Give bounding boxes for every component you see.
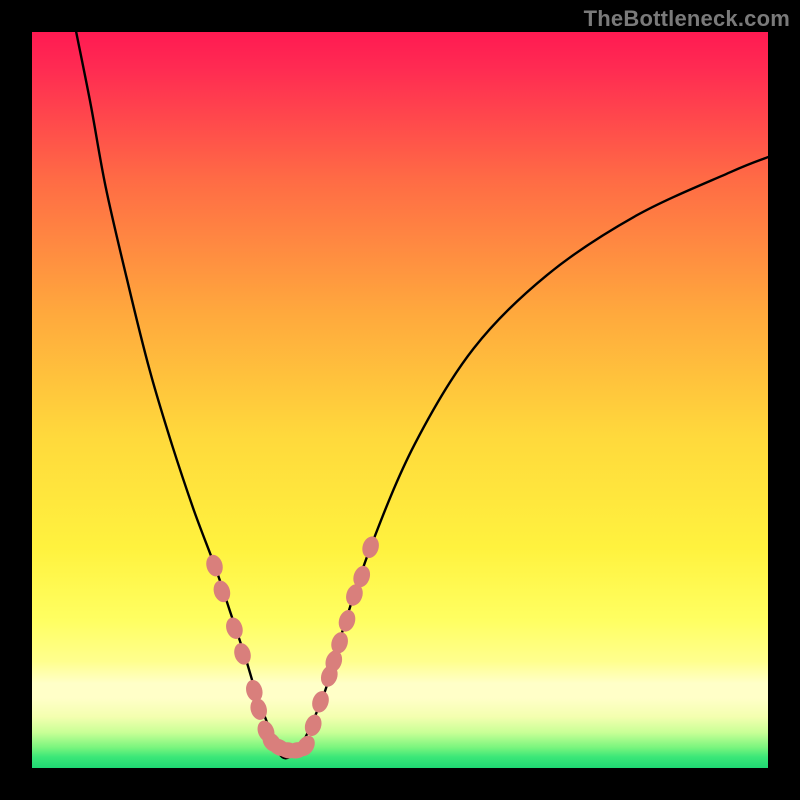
plot-area: [32, 32, 768, 768]
data-marker: [309, 689, 331, 715]
data-marker: [204, 553, 225, 579]
data-marker: [223, 615, 245, 641]
data-marker: [360, 534, 382, 560]
data-marker: [336, 608, 358, 634]
data-marker: [211, 578, 233, 604]
watermark-text: TheBottleneck.com: [584, 6, 790, 32]
data-marker: [232, 641, 254, 667]
bottleneck-curve: [76, 32, 768, 758]
chart-svg: [32, 32, 768, 768]
data-marker: [302, 712, 324, 738]
outer-frame: TheBottleneck.com: [0, 0, 800, 800]
marker-group: [204, 534, 382, 760]
curve-path: [76, 32, 768, 758]
